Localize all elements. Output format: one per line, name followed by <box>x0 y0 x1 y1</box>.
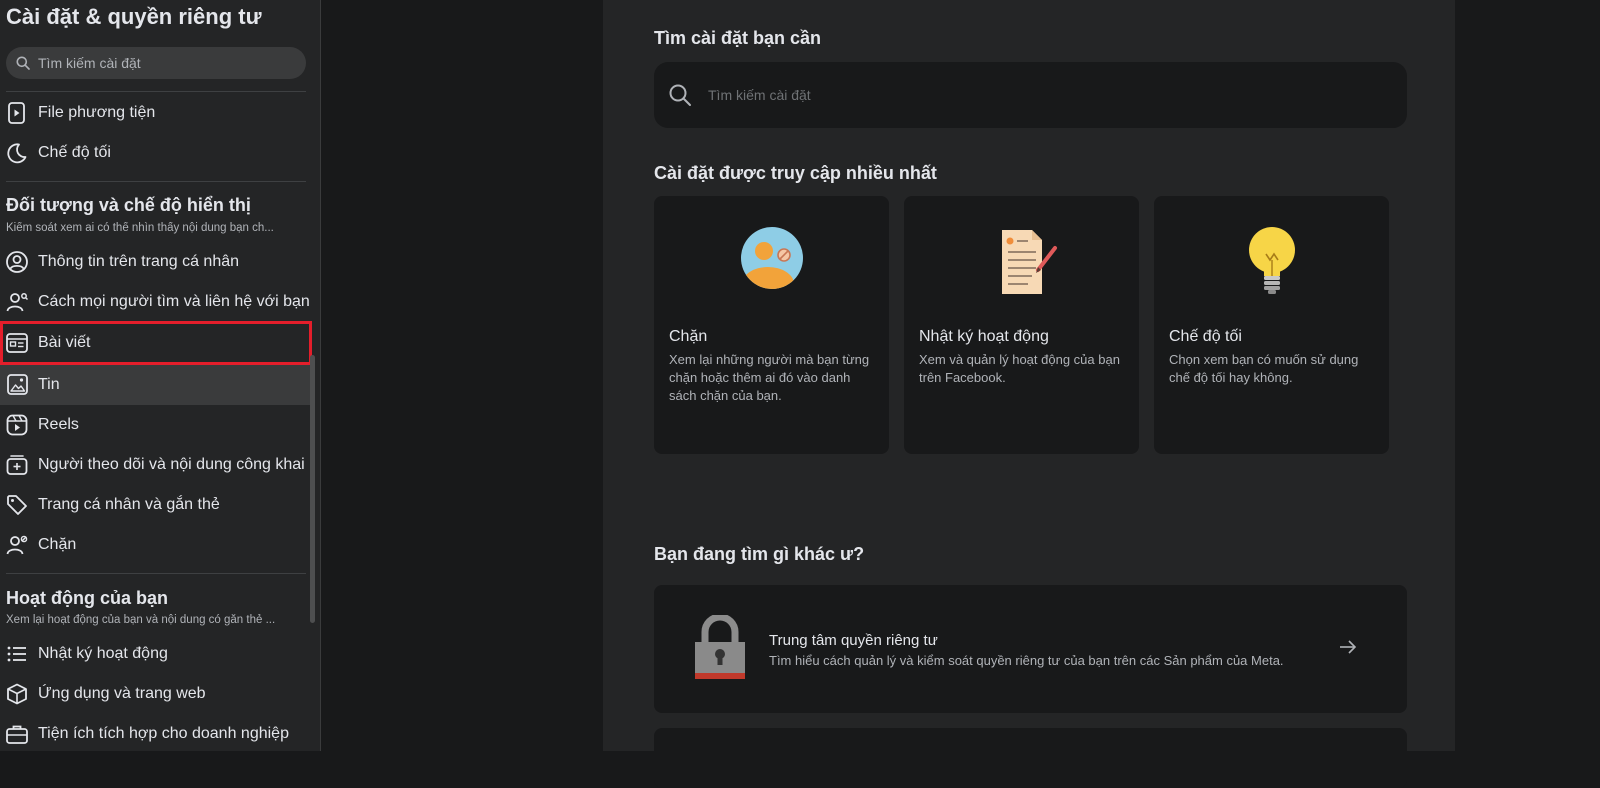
post-icon <box>4 330 30 356</box>
sidebar-item-label: Chặn <box>38 536 77 553</box>
sidebar-item-label: Ứng dụng và trang web <box>38 685 206 702</box>
card-blocking[interactable]: Chặn Xem lại những người mà bạn từng chặ… <box>654 196 889 454</box>
activity-log-illustration <box>1001 230 1057 294</box>
block-person-icon <box>4 532 30 558</box>
settings-main-panel: Tìm cài đặt bạn cần Cài đặt được truy cậ… <box>603 0 1455 788</box>
search-heading: Tìm cài đặt bạn cần <box>654 28 822 48</box>
section-subtitle-activity: Xem lại hoạt động của bạn và nội dung có… <box>6 614 276 626</box>
search-icon <box>16 56 30 70</box>
sidebar-item-label: Reels <box>38 416 79 433</box>
sidebar-search-box[interactable] <box>6 47 306 79</box>
card-description: Chọn xem bạn có muốn sử dụng chế độ tối … <box>1169 352 1359 385</box>
sidebar-item-label: Thông tin trên trang cá nhân <box>38 253 240 270</box>
divider <box>6 181 306 182</box>
sidebar-scrollbar[interactable] <box>310 355 315 623</box>
cube-icon <box>4 681 30 707</box>
card-title: Chế độ tối <box>1169 328 1242 345</box>
sidebar-item-followers[interactable]: Người theo dõi và nội dung công khai <box>0 445 312 485</box>
divider <box>6 91 306 92</box>
sidebar-item-label: Người theo dõi và nội dung công khai <box>38 456 305 473</box>
privacy-center-card[interactable]: Trung tâm quyền riêng tư Tìm hiểu cách q… <box>654 585 1407 713</box>
search-icon <box>669 84 691 106</box>
next-card[interactable] <box>654 728 1407 788</box>
moon-icon <box>4 140 30 166</box>
section-heading-audience: Đối tượng và chế độ hiển thị <box>6 195 251 215</box>
padlock-illustration <box>695 615 745 679</box>
card-title: Chặn <box>669 328 708 345</box>
sidebar-item-stories[interactable]: Tin <box>0 365 312 405</box>
sidebar-item-label: File phương tiện <box>38 104 156 121</box>
sidebar-item-label: Trang cá nhân và gắn thẻ <box>38 496 220 513</box>
sidebar-item-business-integrations[interactable]: Tiện ích tích hợp cho doanh nghiệp <box>0 714 312 751</box>
sidebar-title: Cài đặt & quyền riêng tư <box>6 4 262 29</box>
sidebar-item-media-files[interactable]: File phương tiện <box>0 93 312 133</box>
person-search-icon <box>4 289 30 315</box>
main-search-box[interactable] <box>654 62 1407 128</box>
section-subtitle-audience: Kiểm soát xem ai có thể nhìn thấy nội du… <box>6 222 274 234</box>
card-title: Nhật ký hoạt động <box>919 328 1049 345</box>
arrow-right-icon[interactable] <box>1339 639 1357 655</box>
blocked-user-illustration <box>740 227 803 289</box>
lightbulb-illustration <box>1248 227 1295 294</box>
followers-icon <box>4 452 30 478</box>
privacy-center-title: Trung tâm quyền riêng tư <box>769 632 938 649</box>
sidebar-item-apps-websites[interactable]: Ứng dụng và trang web <box>0 674 312 714</box>
sidebar-search-input[interactable] <box>36 54 306 72</box>
sidebar-item-dark-mode[interactable]: Chế độ tối <box>0 133 312 173</box>
privacy-center-description: Tìm hiểu cách quản lý và kiểm soát quyền… <box>769 653 1284 668</box>
sidebar-item-find-contact[interactable]: Cách mọi người tìm và liên hệ với bạn <box>0 282 312 322</box>
reels-icon <box>4 412 30 438</box>
card-activity-log[interactable]: Nhật ký hoạt động Xem và quản lý hoạt độ… <box>904 196 1139 454</box>
other-heading: Bạn đang tìm gì khác ư? <box>654 544 865 564</box>
sidebar-item-posts[interactable]: Bài viết <box>0 321 312 365</box>
card-description: Xem và quản lý hoạt động của bạn trên Fa… <box>919 352 1120 385</box>
sidebar-item-label: Cách mọi người tìm và liên hệ với bạn <box>38 293 310 310</box>
sidebar-item-label: Tin <box>38 376 60 393</box>
settings-sidebar: Cài đặt & quyền riêng tư File phương tiệ… <box>0 0 321 751</box>
tag-icon <box>4 492 30 518</box>
list-icon <box>4 641 30 667</box>
sidebar-item-label: Bài viết <box>38 334 91 351</box>
card-description: Xem lại những người mà bạn từng chặn hoặ… <box>669 352 870 403</box>
stories-icon <box>4 372 30 398</box>
profile-circle-icon <box>4 249 30 275</box>
sidebar-item-label: Tiện ích tích hợp cho doanh nghiệp <box>38 725 289 742</box>
most-accessed-heading: Cài đặt được truy cập nhiều nhất <box>654 163 937 183</box>
sidebar-item-blocking[interactable]: Chặn <box>0 525 312 565</box>
sidebar-item-profile-tagging[interactable]: Trang cá nhân và gắn thẻ <box>0 485 312 525</box>
sidebar-item-label: Nhật ký hoạt động <box>38 645 168 662</box>
main-search-input[interactable] <box>706 86 1407 104</box>
section-heading-activity: Hoạt động của bạn <box>6 588 168 608</box>
card-dark-mode[interactable]: Chế độ tối Chọn xem bạn có muốn sử dụng … <box>1154 196 1389 454</box>
divider <box>6 573 306 574</box>
media-file-icon <box>4 100 30 126</box>
sidebar-item-label: Chế độ tối <box>38 144 111 161</box>
briefcase-icon <box>4 721 30 747</box>
sidebar-item-activity-log[interactable]: Nhật ký hoạt động <box>0 634 312 674</box>
sidebar-item-reels[interactable]: Reels <box>0 405 312 445</box>
sidebar-item-profile-info[interactable]: Thông tin trên trang cá nhân <box>0 242 312 282</box>
